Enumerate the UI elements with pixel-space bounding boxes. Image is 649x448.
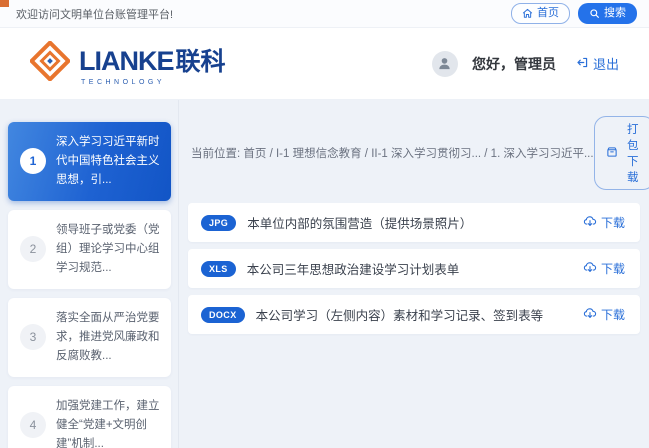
file-row-xls: XLS 本公司三年思想政治建设学习计划表单 下载 xyxy=(188,249,640,288)
download-link[interactable]: 下载 xyxy=(583,260,625,277)
sidebar-item-1[interactable]: 1 深入学习习近平新时代中国特色社会主义思想，引... xyxy=(8,122,171,201)
file-list: JPG 本单位内部的氛围营造（提供场景照片） 下载 XLS 本公司三年思想政治建… xyxy=(188,203,640,334)
user-greeting: 您好，管理员 xyxy=(472,54,556,74)
user-avatar xyxy=(432,51,458,77)
sidebar-item-3[interactable]: 3 落实全面从严治党要求，推进党风廉政和反腐败教... xyxy=(8,298,171,377)
content-panel: 当前位置: 首页 / I-1 理想信念教育 / II-1 深入学习贯彻习... … xyxy=(178,100,649,448)
content-actions: 打包下载 xyxy=(594,116,649,190)
file-title: 本单位内部的氛围营造（提供场景照片） xyxy=(247,213,472,232)
file-type-badge: JPG xyxy=(201,215,236,231)
cloud-download-icon xyxy=(583,214,597,231)
package-download-button[interactable]: 打包下载 xyxy=(594,116,649,190)
welcome-text: 欢迎访问文明单位台账管理平台! xyxy=(16,6,173,22)
search-button-label: 搜索 xyxy=(604,8,626,19)
download-link[interactable]: 下载 xyxy=(583,306,625,323)
download-label: 下载 xyxy=(601,306,625,323)
sidebar-item-label: 深入学习习近平新时代中国特色社会主义思想，引... xyxy=(56,133,162,190)
corner-artifact xyxy=(0,0,9,7)
header: LIANKE 联科 TECHNOLOGY 您好，管理员 退出 xyxy=(0,28,649,100)
cloud-download-icon xyxy=(583,260,597,277)
download-label: 下载 xyxy=(601,214,625,231)
topbar-actions: 首页 搜索 xyxy=(511,3,637,24)
package-icon xyxy=(606,146,618,161)
user-area: 您好，管理员 退出 xyxy=(432,51,619,77)
download-label: 下载 xyxy=(601,260,625,277)
top-bar: 欢迎访问文明单位台账管理平台! 首页 搜索 xyxy=(0,0,649,28)
sidebar-item-label: 领导班子或党委（党组）理论学习中心组学习规范... xyxy=(56,221,162,278)
search-icon xyxy=(589,8,600,19)
sidebar-item-2[interactable]: 2 领导班子或党委（党组）理论学习中心组学习规范... xyxy=(8,210,171,289)
brand-logo: LIANKE 联科 TECHNOLOGY xyxy=(30,41,226,86)
logo-text: LIANKE 联科 TECHNOLOGY xyxy=(79,42,226,86)
search-button[interactable]: 搜索 xyxy=(578,3,637,24)
file-type-badge: DOCX xyxy=(201,307,245,323)
sidebar-item-number: 2 xyxy=(20,236,46,262)
sidebar-item-label: 落实全面从严治党要求，推进党风廉政和反腐败教... xyxy=(56,309,162,366)
logo-diamond-icon xyxy=(30,41,70,86)
breadcrumb-label: 当前位置: xyxy=(191,148,240,160)
sidebar-item-number: 1 xyxy=(20,148,46,174)
download-link[interactable]: 下载 xyxy=(583,214,625,231)
logout-label: 退出 xyxy=(593,54,619,73)
home-icon xyxy=(522,8,533,19)
sidebar-item-number: 3 xyxy=(20,324,46,350)
content-header: 当前位置: 首页 / I-1 理想信念教育 / II-1 深入学习贯彻习... … xyxy=(188,116,640,190)
logo-cn-text: 联科 xyxy=(176,42,226,78)
breadcrumb-path: 首页 / I-1 理想信念教育 / II-1 深入学习贯彻习... / 1. 深… xyxy=(243,148,593,160)
breadcrumb: 当前位置: 首页 / I-1 理想信念教育 / II-1 深入学习贯彻习... … xyxy=(191,145,594,161)
main-area: 1 深入学习习近平新时代中国特色社会主义思想，引... 2 领导班子或党委（党组… xyxy=(0,100,649,448)
file-title: 本公司学习（左侧内容）素材和学习记录、签到表等 xyxy=(256,305,544,324)
file-row-jpg: JPG 本单位内部的氛围营造（提供场景照片） 下载 xyxy=(188,203,640,242)
sidebar-item-label: 加强党建工作，建立健全“党建+文明创建”机制... xyxy=(56,397,162,448)
home-button[interactable]: 首页 xyxy=(511,3,570,24)
sidebar-item-4[interactable]: 4 加强党建工作，建立健全“党建+文明创建”机制... xyxy=(8,386,171,448)
logo-en-text: LIANKE xyxy=(79,46,174,77)
file-type-badge: XLS xyxy=(201,261,236,277)
logout-icon xyxy=(576,56,589,72)
app-window: 欢迎访问文明单位台账管理平台! 首页 搜索 xyxy=(0,0,649,448)
sidebar-item-number: 4 xyxy=(20,412,46,438)
logout-button[interactable]: 退出 xyxy=(576,54,619,73)
home-button-label: 首页 xyxy=(537,8,559,19)
file-title: 本公司三年思想政治建设学习计划表单 xyxy=(247,259,460,278)
file-row-docx: DOCX 本公司学习（左侧内容）素材和学习记录、签到表等 下载 xyxy=(188,295,640,334)
sidebar: 1 深入学习习近平新时代中国特色社会主义思想，引... 2 领导班子或党委（党组… xyxy=(0,100,178,448)
logo-subtitle: TECHNOLOGY xyxy=(79,79,226,86)
cloud-download-icon xyxy=(583,306,597,323)
package-download-label: 打包下载 xyxy=(623,121,644,185)
